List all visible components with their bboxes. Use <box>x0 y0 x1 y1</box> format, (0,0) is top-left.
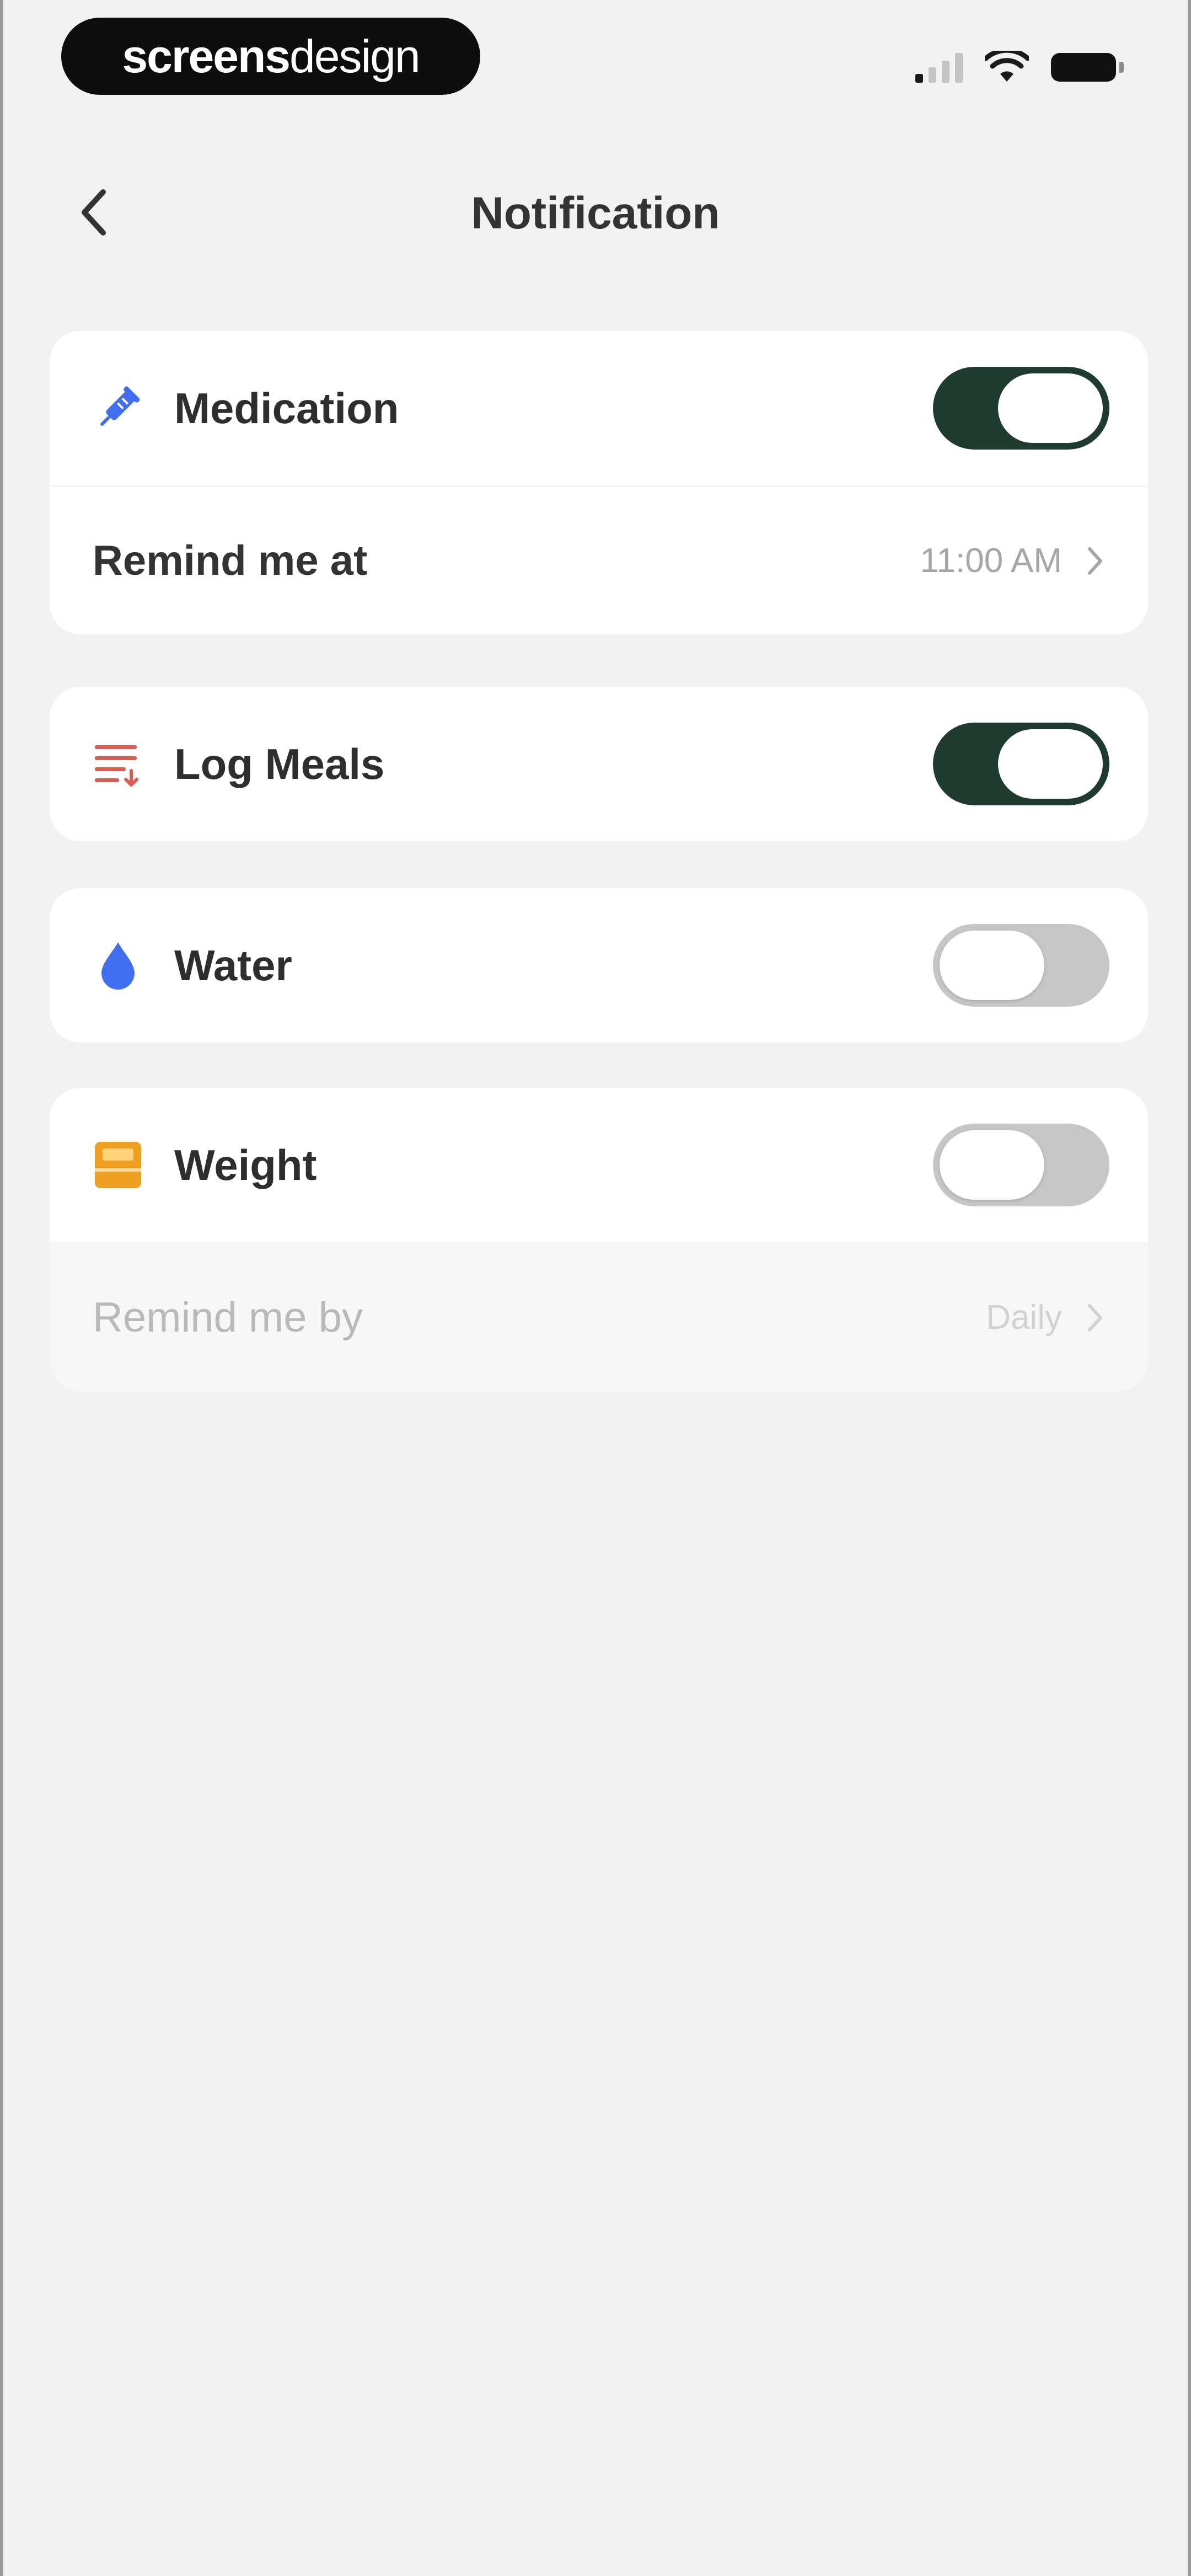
brand-text-bold: screens <box>122 30 291 82</box>
log-meals-toggle[interactable] <box>933 723 1109 805</box>
scale-icon <box>92 1139 144 1191</box>
water-card: Water <box>50 888 1148 1043</box>
status-icons <box>915 51 1124 84</box>
weight-label: Weight <box>174 1140 317 1189</box>
log-meals-label: Log Meals <box>174 739 385 788</box>
weight-remind-row[interactable]: Remind me by Daily <box>50 1242 1148 1391</box>
remind-by-label: Remind me by <box>93 1294 363 1341</box>
chevron-right-icon <box>1084 1301 1109 1334</box>
list-icon <box>92 737 144 790</box>
remind-frequency-value: Daily <box>986 1298 1062 1337</box>
toggle-knob <box>998 729 1103 799</box>
weight-row: Weight <box>50 1088 1148 1242</box>
battery-icon <box>1051 53 1124 82</box>
weight-card: Weight Remind me by Daily <box>50 1088 1148 1391</box>
water-toggle[interactable] <box>933 924 1109 1007</box>
brand-badge: screensdesign <box>61 18 480 95</box>
cellular-signal-icon <box>915 52 963 83</box>
status-bar: screensdesign <box>3 0 1188 116</box>
remind-at-label: Remind me at <box>93 537 368 584</box>
toggle-knob <box>940 1130 1044 1200</box>
syringe-icon <box>92 382 144 435</box>
medication-row: Medication <box>50 331 1148 485</box>
notification-screen: screensdesign Notification Medication Re… <box>0 0 1191 2576</box>
medication-toggle[interactable] <box>933 367 1109 450</box>
weight-toggle[interactable] <box>933 1124 1109 1206</box>
log-meals-card: Log Meals <box>50 687 1148 841</box>
toggle-knob <box>940 931 1044 1000</box>
medication-card: Medication Remind me at 11:00 AM <box>50 331 1148 634</box>
remind-time-value: 11:00 AM <box>920 542 1062 580</box>
header: Notification <box>3 165 1188 265</box>
medication-label: Medication <box>174 383 399 432</box>
water-label: Water <box>174 940 292 990</box>
water-row: Water <box>50 888 1148 1043</box>
log-meals-row: Log Meals <box>50 687 1148 841</box>
wifi-icon <box>985 51 1029 82</box>
toggle-knob <box>998 373 1103 443</box>
page-title: Notification <box>471 188 720 238</box>
brand-text-light: design <box>289 30 421 82</box>
medication-remind-row[interactable]: Remind me at 11:00 AM <box>50 485 1148 634</box>
chevron-right-icon <box>1084 544 1109 578</box>
water-drop-icon <box>92 939 144 992</box>
